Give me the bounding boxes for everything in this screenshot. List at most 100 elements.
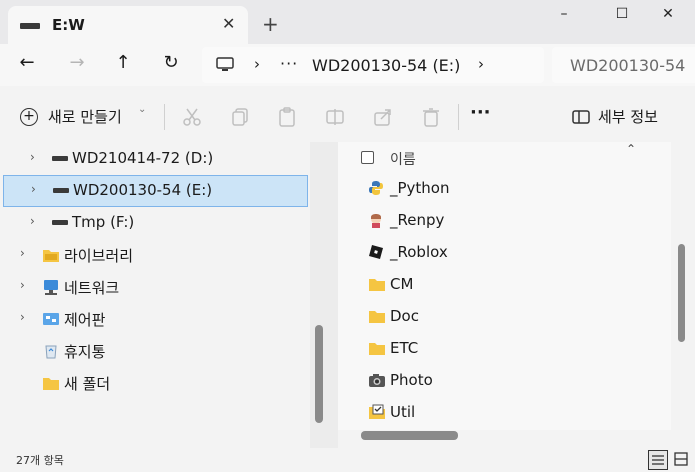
address-bar[interactable]: › ··· WD200130-54 (E:) › [202, 47, 544, 83]
file-row[interactable]: Doc [338, 302, 671, 332]
file-row[interactable]: CM [338, 270, 671, 300]
file-name: _Roblox [390, 243, 448, 261]
copy-icon[interactable] [229, 106, 251, 128]
tiles-view-button[interactable] [672, 450, 692, 470]
tree-item-libraries[interactable]: › 라이브러리 [0, 240, 310, 270]
tree-item-d-drive[interactable]: › WD210414-72 (D:) [0, 144, 310, 174]
navigation-pane: › WD210414-72 (D:) › WD200130-54 (E:) › … [0, 142, 310, 448]
more-options-button[interactable]: ··· [470, 102, 491, 123]
command-bar: + 새로 만들기 ⌄ ··· 세부 정보 [0, 96, 695, 138]
file-name: _Renpy [390, 211, 445, 229]
drive-icon [20, 23, 40, 29]
new-tab-button[interactable]: + [262, 12, 279, 36]
computer-icon [216, 57, 234, 71]
tree-label: 새 폴더 [64, 375, 111, 393]
file-row[interactable]: Util [338, 398, 671, 428]
details-view-button[interactable] [648, 450, 668, 470]
tab-title: E:W [52, 16, 85, 34]
search-box[interactable]: WD200130-54 [552, 47, 695, 83]
network-icon [44, 280, 58, 295]
chevron-right-icon[interactable]: › [31, 182, 36, 196]
folder-icon [369, 279, 385, 291]
cut-icon[interactable] [181, 106, 203, 128]
rename-icon[interactable] [324, 106, 346, 128]
up-button[interactable]: ↑ [110, 52, 136, 78]
select-all-checkbox[interactable] [361, 151, 374, 164]
roblox-icon [369, 245, 383, 259]
search-placeholder: WD200130-54 [570, 56, 686, 75]
file-list-scrollbar-thumb[interactable] [678, 244, 685, 342]
plus-icon: + [20, 108, 38, 126]
navigation-scrollbar-thumb[interactable] [315, 325, 323, 423]
breadcrumb-drive[interactable]: WD200130-54 (E:) [312, 56, 460, 75]
share-icon[interactable] [372, 106, 394, 128]
details-pane-icon [572, 110, 590, 124]
file-name: Doc [390, 307, 419, 325]
new-label: 새로 만들기 [48, 108, 122, 126]
column-header-name[interactable]: 이름 [390, 149, 416, 169]
active-tab[interactable]: E:W ✕ [8, 6, 248, 44]
tree-item-network[interactable]: › 네트워크 [0, 272, 310, 302]
tiles-view-icon [674, 452, 688, 466]
chevron-right-icon[interactable]: › [20, 278, 25, 292]
file-name: ETC [390, 339, 419, 357]
maximize-button[interactable]: ☐ [602, 6, 642, 30]
tree-item-recycle-bin[interactable]: 휴지통 [0, 336, 310, 366]
breadcrumb-overflow[interactable]: ··· [280, 54, 298, 73]
tree-item-e-drive[interactable]: › WD200130-54 (E:) [3, 175, 308, 207]
drive-icon [52, 156, 68, 161]
chevron-down-icon: ⌄ [138, 104, 147, 115]
item-count: 27개 항목 [16, 454, 64, 467]
tree-label: WD200130-54 (E:) [73, 181, 213, 199]
details-label: 세부 정보 [598, 108, 658, 126]
folder-icon [369, 343, 385, 355]
navigation-bar: ← → ↑ ↻ › ··· WD200130-54 (E:) › WD20013… [0, 44, 695, 86]
renpy-icon [371, 214, 381, 228]
python-icon [369, 181, 383, 195]
chevron-right-icon[interactable]: › [254, 55, 260, 73]
status-bar: 27개 항목 [0, 448, 695, 472]
file-name: Util [390, 403, 416, 421]
tree-item-control-panel[interactable]: › 제어판 [0, 304, 310, 334]
refresh-button[interactable]: ↻ [158, 52, 184, 78]
file-row[interactable]: Photo [338, 366, 671, 396]
column-header-row: 이름 ⌃ [338, 142, 671, 172]
file-row[interactable]: _Python [338, 174, 671, 204]
library-icon [43, 250, 59, 262]
control-panel-icon [43, 313, 59, 325]
tree-label: 휴지통 [64, 343, 106, 361]
list-view-icon [652, 455, 664, 465]
chevron-right-icon[interactable]: › [20, 246, 25, 260]
title-bar: E:W ✕ + – ☐ ✕ [0, 0, 695, 44]
close-window-button[interactable]: ✕ [648, 6, 688, 30]
chevron-right-icon[interactable]: › [478, 55, 484, 73]
back-button[interactable]: ← [14, 52, 40, 78]
tree-label: 라이브러리 [64, 247, 134, 265]
chevron-right-icon[interactable]: › [20, 310, 25, 324]
folder-icon [369, 311, 385, 323]
tree-label: 네트워크 [64, 279, 120, 297]
tree-item-f-drive[interactable]: › Tmp (F:) [0, 208, 310, 238]
chevron-right-icon[interactable]: › [30, 214, 35, 228]
folder-icon [43, 378, 59, 390]
sort-ascending-icon: ⌃ [626, 142, 637, 156]
tree-label: Tmp (F:) [72, 213, 135, 231]
forward-button[interactable]: → [64, 52, 90, 78]
file-name: _Python [390, 179, 450, 197]
file-row[interactable]: _Renpy [338, 206, 671, 236]
separator [164, 104, 165, 130]
tree-item-new-folder[interactable]: 새 폴더 [0, 368, 310, 398]
file-list: 이름 ⌃ _Python _Renpy _Roblox CM Doc ETC P… [338, 142, 671, 430]
chevron-right-icon[interactable]: › [30, 150, 35, 164]
minimize-button[interactable]: – [544, 6, 584, 30]
file-row[interactable]: ETC [338, 334, 671, 364]
paste-icon[interactable] [276, 106, 298, 128]
horizontal-scrollbar-thumb[interactable] [361, 431, 458, 440]
recycle-bin-icon [45, 345, 57, 359]
file-name: Photo [390, 371, 433, 389]
separator [458, 104, 459, 130]
folder-check-icon [369, 404, 385, 419]
file-row[interactable]: _Roblox [338, 238, 671, 268]
delete-icon[interactable] [420, 106, 442, 128]
tab-close-button[interactable]: ✕ [222, 14, 235, 33]
